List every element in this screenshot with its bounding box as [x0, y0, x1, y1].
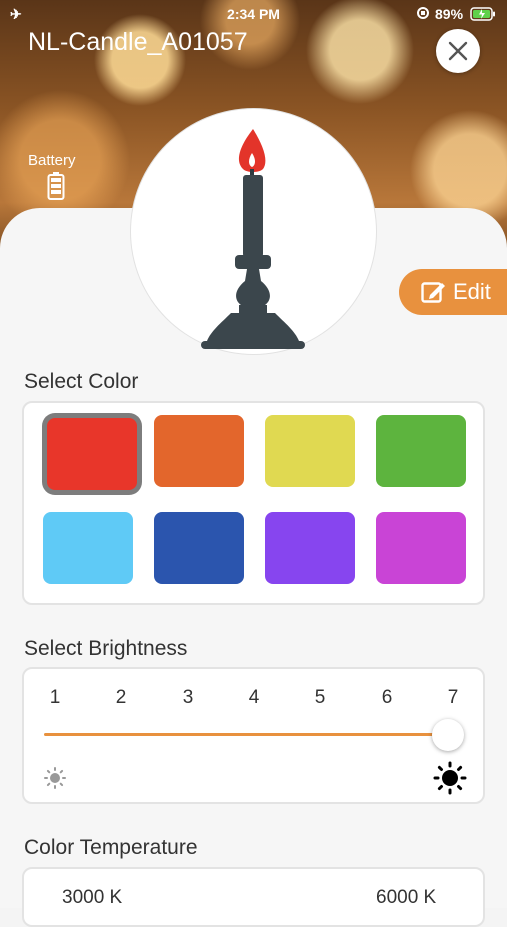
color-temperature-label: Color Temperature	[24, 836, 198, 859]
brightness-level-1: 1	[49, 687, 61, 708]
status-time: 2:34 PM	[227, 6, 280, 22]
color-swatch-green[interactable]	[376, 415, 466, 487]
color-picker-card	[22, 401, 485, 605]
brightness-level-4: 4	[248, 687, 260, 708]
battery-charging-icon	[470, 7, 496, 21]
color-swatch-blue[interactable]	[154, 512, 244, 584]
select-brightness-label: Select Brightness	[24, 637, 188, 660]
color-swatch-purple[interactable]	[265, 512, 355, 584]
brightness-slider-thumb[interactable]	[432, 719, 464, 751]
brightness-level-2: 2	[115, 687, 127, 708]
select-color-label: Select Color	[24, 370, 139, 393]
temperature-max-label: 6000 K	[376, 887, 437, 908]
edit-icon	[421, 282, 445, 303]
candle-icon	[201, 129, 305, 349]
bright-sun-icon	[433, 761, 467, 795]
candle-preview	[131, 109, 376, 354]
battery-level-icon	[47, 172, 65, 200]
brightness-slider-track[interactable]	[44, 733, 434, 736]
battery-label: Battery	[28, 152, 76, 169]
color-swatch-light-blue[interactable]	[43, 512, 133, 584]
brightness-level-3: 3	[182, 687, 194, 708]
dim-sun-icon	[44, 767, 66, 789]
brightness-level-5: 5	[314, 687, 326, 708]
temperature-min-label: 3000 K	[62, 887, 123, 908]
edit-button[interactable]: Edit	[399, 269, 507, 315]
temperature-card: 3000 K 6000 K	[22, 867, 485, 927]
close-icon	[448, 41, 468, 61]
brightness-card: 1 2 3 4 5 6 7	[22, 667, 485, 804]
color-swatch-yellow[interactable]	[265, 415, 355, 487]
brightness-level-6: 6	[381, 687, 393, 708]
color-swatch-orange[interactable]	[154, 415, 244, 487]
close-button[interactable]	[436, 29, 480, 73]
edit-label: Edit	[453, 279, 491, 304]
rotation-lock-icon	[416, 6, 430, 23]
battery-percent: 89%	[435, 6, 464, 22]
device-title: NL-Candle_A01057	[28, 28, 248, 56]
status-bar: ✈ 2:34 PM 89%	[0, 0, 507, 28]
color-swatch-red[interactable]	[47, 418, 137, 490]
brightness-level-7: 7	[447, 687, 459, 708]
color-swatch-magenta[interactable]	[376, 512, 466, 584]
